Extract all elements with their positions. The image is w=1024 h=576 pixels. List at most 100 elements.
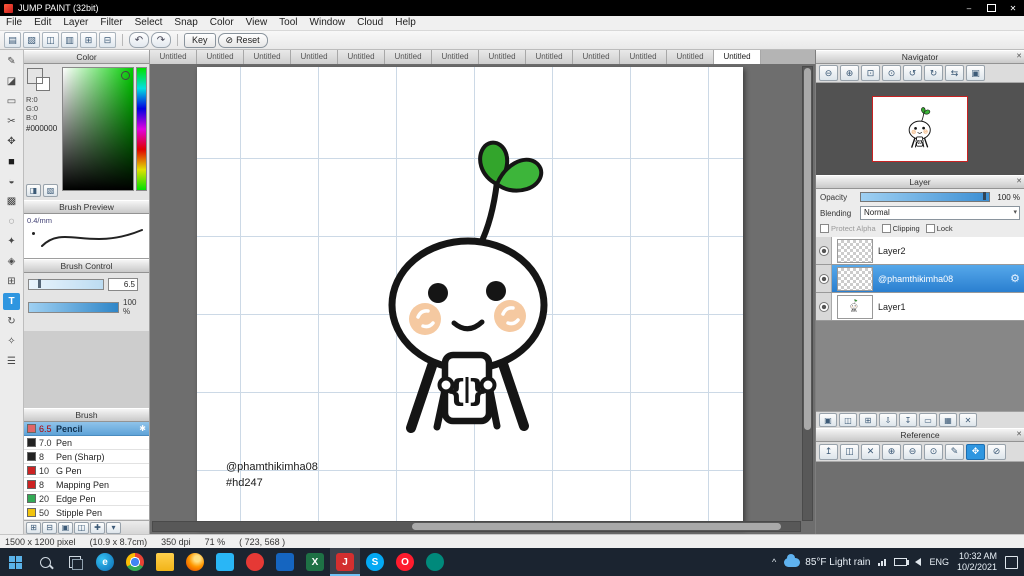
vertical-scrollbar[interactable] xyxy=(802,66,813,521)
rotate-tool[interactable]: ↻ xyxy=(3,313,20,330)
menu-layer[interactable]: Layer xyxy=(57,16,94,30)
taskbar-app-blue[interactable] xyxy=(270,548,300,576)
reset-view-icon[interactable]: ▣ xyxy=(966,65,985,81)
rotate-left-icon[interactable]: ↺ xyxy=(903,65,922,81)
brush-item-pen[interactable]: 7.0 Pen xyxy=(24,436,149,450)
fill-tool[interactable]: ■ xyxy=(3,153,20,170)
hue-slider[interactable] xyxy=(136,67,147,191)
brush-folder-icon[interactable]: ◫ xyxy=(74,521,89,534)
key-button[interactable]: Key xyxy=(184,32,216,48)
blending-select[interactable]: Normal ▾ xyxy=(860,206,1020,220)
remove-brush-icon[interactable]: ⊟ xyxy=(42,521,57,534)
menu-cloud[interactable]: Cloud xyxy=(351,16,389,30)
slider-thumb[interactable] xyxy=(37,279,41,288)
menu-file[interactable]: File xyxy=(0,16,28,30)
document-tab[interactable]: Untitled xyxy=(338,50,385,64)
grid-icon[interactable]: ⊞ xyxy=(80,32,97,48)
edit-brush-icon[interactable]: ▣ xyxy=(58,521,73,534)
save-icon[interactable]: ◫ xyxy=(42,32,59,48)
brush-item-mapping-pen[interactable]: 8 Mapping Pen xyxy=(24,478,149,492)
foreground-color-swatch[interactable] xyxy=(27,68,43,84)
horizontal-scrollbar[interactable] xyxy=(152,521,801,532)
zoom-out-icon[interactable]: ⊖ xyxy=(819,65,838,81)
taskbar-app-photos[interactable] xyxy=(210,548,240,576)
opacity-slider-thumb[interactable] xyxy=(983,192,986,200)
document-tab[interactable]: Untitled xyxy=(667,50,714,64)
reference-close-icon[interactable]: ✕ xyxy=(1016,429,1022,441)
transfer-icon[interactable]: ↧ xyxy=(899,413,917,427)
new-folder-icon[interactable]: ◫ xyxy=(839,413,857,427)
ref-zoom-in-icon[interactable]: ⊕ xyxy=(882,443,901,460)
taskbar-app-edge[interactable]: e xyxy=(90,548,120,576)
task-view-button[interactable] xyxy=(60,548,90,576)
menu-color[interactable]: Color xyxy=(204,16,240,30)
stamp-tool[interactable]: ◈ xyxy=(3,253,20,270)
bucket-tool[interactable]: ◒ xyxy=(3,173,20,190)
document-tab[interactable]: Untitled xyxy=(291,50,338,64)
add-brush-icon[interactable]: ⊞ xyxy=(26,521,41,534)
network-signal-icon[interactable] xyxy=(878,558,887,566)
export-icon[interactable]: ▥ xyxy=(61,32,78,48)
mask-icon[interactable]: ▦ xyxy=(939,413,957,427)
horizontal-scrollbar-thumb[interactable] xyxy=(411,523,781,530)
ref-zoom-out-icon[interactable]: ⊖ xyxy=(903,443,922,460)
clear-layer-icon[interactable]: ▭ xyxy=(919,413,937,427)
snap-icon[interactable]: ⊟ xyxy=(99,32,116,48)
language-indicator[interactable]: ENG xyxy=(929,557,949,567)
layer-thumbnail[interactable] xyxy=(837,266,873,291)
brush-opacity-slider[interactable] xyxy=(28,301,120,313)
brush-size-slider[interactable] xyxy=(28,279,104,290)
layer-visibility-toggle[interactable] xyxy=(816,237,832,264)
vertical-scrollbar-thumb[interactable] xyxy=(804,68,811,431)
open-file-icon[interactable]: ▨ xyxy=(23,32,40,48)
lasso-tool[interactable]: ✂ xyxy=(3,113,20,130)
brush-size-value[interactable]: 6.5 xyxy=(108,278,138,291)
notification-center-icon[interactable] xyxy=(1005,555,1018,569)
layer-visibility-toggle[interactable] xyxy=(816,265,832,292)
document-tab[interactable]: Untitled xyxy=(479,50,526,64)
layer-row-layer2[interactable]: Layer2 xyxy=(816,237,1024,265)
undo-button[interactable]: ↶ xyxy=(129,32,149,48)
start-button[interactable] xyxy=(0,548,30,576)
minimize-button[interactable]: – xyxy=(958,0,980,16)
divide-tool[interactable]: ⊞ xyxy=(3,273,20,290)
volume-icon[interactable] xyxy=(906,558,922,566)
taskbar-app-explorer[interactable] xyxy=(150,548,180,576)
fg-bg-swatches[interactable] xyxy=(27,68,51,92)
layer-visibility-toggle[interactable] xyxy=(816,293,832,320)
document-tab[interactable]: Untitled xyxy=(526,50,573,64)
open-folder-icon[interactable]: ◫ xyxy=(840,443,859,460)
eyedropper-tool[interactable]: ✧ xyxy=(3,333,20,350)
load-image-icon[interactable]: ↥ xyxy=(819,443,838,460)
menu-edit[interactable]: Edit xyxy=(28,16,57,30)
close-button[interactable]: ✕ xyxy=(1002,0,1024,16)
brush-item-pen-sharp[interactable]: 8 Pen (Sharp) xyxy=(24,450,149,464)
taskbar-app-red[interactable] xyxy=(240,548,270,576)
marquee-tool[interactable]: ▭ xyxy=(3,93,20,110)
brush-item-edge-pen[interactable]: 20 Edge Pen xyxy=(24,492,149,506)
zoom-in-icon[interactable]: ⊕ xyxy=(840,65,859,81)
brush-item-pencil[interactable]: 6.5 Pencil ✱ xyxy=(24,422,149,436)
brush-item-g-pen[interactable]: 10 G Pen xyxy=(24,464,149,478)
menu-tool[interactable]: Tool xyxy=(273,16,303,30)
navigator-close-icon[interactable]: ✕ xyxy=(1016,51,1022,63)
new-layer-icon[interactable]: ▣ xyxy=(819,413,837,427)
merge-down-icon[interactable]: ⇩ xyxy=(879,413,897,427)
taskbar-app-chrome[interactable] xyxy=(120,548,150,576)
taskbar-app-excel[interactable]: X xyxy=(300,548,330,576)
document-tab[interactable]: Untitled xyxy=(573,50,620,64)
layer-row-selected[interactable]: @phamthikimha08 ⚙ xyxy=(816,265,1024,293)
document-tab[interactable]: Untitled xyxy=(197,50,244,64)
dot-tool[interactable]: ◌ xyxy=(3,213,20,230)
taskbar-app-jump-paint[interactable]: J xyxy=(330,548,360,576)
menu-filter[interactable]: Filter xyxy=(94,16,128,30)
menu-snap[interactable]: Snap xyxy=(168,16,203,30)
hand-tool[interactable]: ☰ xyxy=(3,353,20,370)
layer-thumbnail[interactable] xyxy=(837,294,873,319)
document-tab[interactable]: Untitled xyxy=(432,50,479,64)
ref-pick-icon[interactable]: ✎ xyxy=(945,443,964,460)
lock-checkbox[interactable]: Lock xyxy=(925,224,953,233)
document-tab[interactable]: Untitled xyxy=(620,50,667,64)
wand-tool[interactable]: ✦ xyxy=(3,233,20,250)
brush-menu-icon[interactable]: ▾ xyxy=(106,521,121,534)
